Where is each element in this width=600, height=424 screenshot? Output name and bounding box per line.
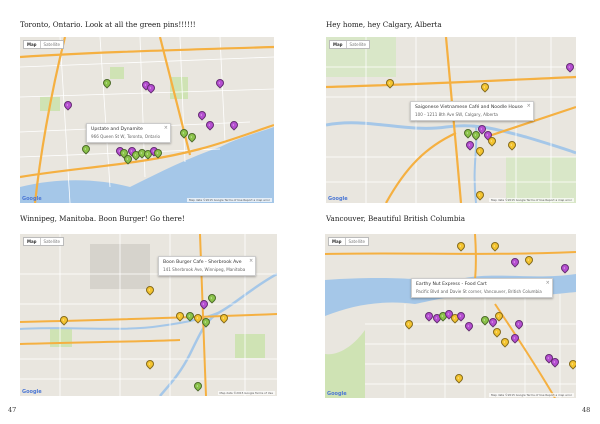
info-title: Earthy Nut Express - Food Cart (416, 282, 487, 287)
info-address: 966 Queen St W, Toronto, Ontario (91, 134, 160, 139)
map-type-satellite[interactable]: Satellite (39, 238, 63, 245)
info-address: 100 - 1211 8th Ave SW, Calgary, Alberta (415, 112, 498, 117)
info-title: Boon Burger Cafe - Sherbrook Ave (163, 260, 242, 265)
map-type-control[interactable]: Map Satellite (23, 237, 64, 246)
google-logo: Google (22, 389, 42, 395)
map-type-satellite[interactable]: Satellite (344, 238, 368, 245)
caption-toronto: Toronto, Ontario. Look at all the green … (20, 20, 196, 29)
caption-vancouver: Vancouver, Beautiful British Columbia (326, 214, 466, 223)
info-window: Boon Burger Cafe - Sherbrook Ave 141 She… (158, 256, 257, 276)
map-vancouver[interactable]: Map Satellite Earthy Nut Express - Food … (325, 234, 576, 398)
info-window: Earthy Nut Express - Food Cart Pacific B… (411, 278, 553, 298)
page-number-right: 48 (582, 406, 591, 414)
close-icon[interactable]: × (164, 125, 168, 131)
google-logo: Google (328, 196, 348, 202)
info-address: Pacific Blvd and Davie St corner, Vancou… (416, 289, 542, 294)
map-attribution[interactable]: Map data ©2015 Google Terms of Use Repor… (489, 198, 574, 202)
map-type-satellite[interactable]: Satellite (39, 41, 63, 48)
map-attribution[interactable]: Map data ©2015 Google Terms of Use Repor… (187, 198, 272, 202)
map-type-map[interactable]: Map (330, 41, 346, 48)
google-logo: Google (327, 391, 347, 397)
info-title: Upstate and Dynamite (91, 127, 143, 132)
info-window: Saigonese Vietnamese Café and Noodle Hou… (410, 101, 534, 121)
map-type-control[interactable]: Map Satellite (329, 40, 370, 49)
google-logo: Google (22, 196, 42, 202)
page-number-left: 47 (8, 406, 17, 414)
close-icon[interactable]: × (527, 103, 531, 109)
map-type-control[interactable]: Map Satellite (328, 237, 369, 246)
map-attribution[interactable]: Map data ©2015 Google Terms of Use Repor… (489, 393, 574, 397)
close-icon[interactable]: × (249, 258, 253, 264)
toronto-map-graphic (20, 37, 274, 203)
map-type-control[interactable]: Map Satellite (23, 40, 64, 49)
info-address: 141 Sherbrook Ave, Winnipeg, Manitoba (163, 267, 246, 272)
map-attribution[interactable]: Map data ©2015 Google Terms of Use (217, 391, 275, 395)
caption-winnipeg: Winnipeg, Manitoba. Boon Burger! Go ther… (20, 214, 185, 223)
info-window: Upstate and Dynamite 966 Queen St W, Tor… (86, 123, 171, 143)
map-winnipeg[interactable]: Map Satellite Boon Burger Cafe - Sherbro… (20, 234, 277, 396)
map-type-satellite[interactable]: Satellite (345, 41, 369, 48)
map-toronto[interactable]: Map Satellite Upstate and Dynamite 966 Q… (20, 37, 274, 203)
caption-calgary: Hey home, hey Calgary, Alberta (326, 20, 442, 29)
close-icon[interactable]: × (546, 280, 550, 286)
map-type-map[interactable]: Map (329, 238, 345, 245)
map-type-map[interactable]: Map (24, 238, 40, 245)
map-type-map[interactable]: Map (24, 41, 40, 48)
info-title: Saigonese Vietnamese Café and Noodle Hou… (415, 105, 523, 110)
map-calgary[interactable]: Map Satellite Saigonese Vietnamese Café … (326, 37, 576, 203)
